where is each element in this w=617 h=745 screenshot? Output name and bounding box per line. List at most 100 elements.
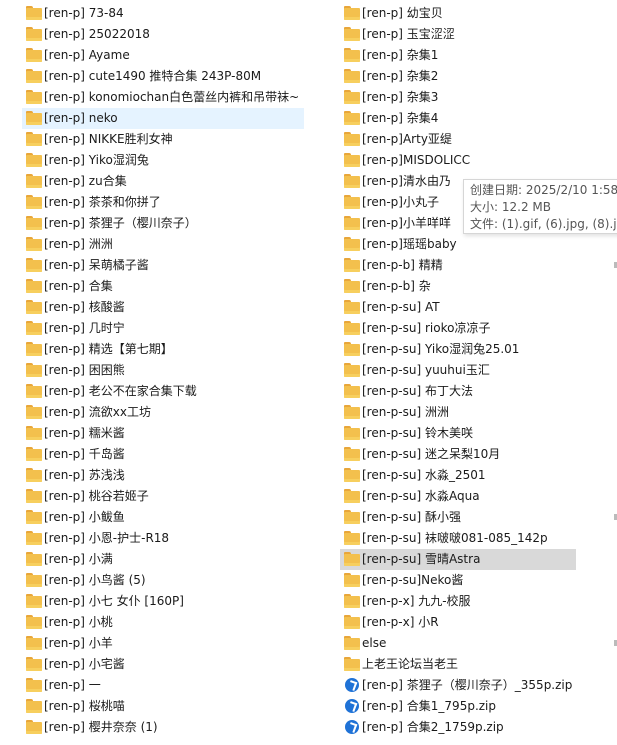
folder-item[interactable]: [ren-p] 老公不在家合集下载 <box>22 381 304 402</box>
folder-icon <box>344 489 360 503</box>
folder-item[interactable]: [ren-p] cute1490 推特合集 243P-80M <box>22 66 304 87</box>
zip-file-item[interactable]: [ren-p] 合集1_795p.zip <box>340 696 576 717</box>
folder-icon <box>26 720 42 734</box>
folder-item[interactable]: [ren-p] 糯米酱 <box>22 423 304 444</box>
folder-item[interactable]: [ren-p] 精选【第七期】 <box>22 339 304 360</box>
folder-item[interactable]: [ren-p] 小七 女仆 [160P] <box>22 591 304 612</box>
folder-item[interactable]: [ren-p-su] Yiko湿润兔25.01 <box>340 339 576 360</box>
folder-icon <box>344 552 360 566</box>
zip-file-item[interactable]: [ren-p] 合集2_1759p.zip <box>340 717 576 738</box>
item-label: [ren-p]小羊咩咩 <box>362 216 451 230</box>
folder-item[interactable]: [ren-p-su] rioko凉凉子 <box>340 318 576 339</box>
folder-icon <box>344 573 360 587</box>
folder-item[interactable]: [ren-p] 茶狸子（樱川奈子） <box>22 213 304 234</box>
folder-icon <box>26 531 42 545</box>
folder-item[interactable]: [ren-p] 小鸟酱 (5) <box>22 570 304 591</box>
folder-item[interactable]: [ren-p]瑶瑶baby <box>340 234 576 255</box>
folder-item[interactable]: [ren-p] 樱井奈奈 (1) <box>22 717 304 738</box>
folder-item[interactable]: [ren-p-su] 洲洲 <box>340 402 576 423</box>
zip-archive-icon <box>344 699 360 713</box>
folder-item[interactable]: [ren-p-x] 九九-校服 <box>340 591 576 612</box>
folder-icon <box>26 636 42 650</box>
folder-item[interactable]: [ren-p-x] 小R <box>340 612 576 633</box>
folder-item[interactable]: [ren-p] 玉宝涩涩 <box>340 24 576 45</box>
item-label: [ren-p] 杂集2 <box>362 69 439 83</box>
item-label: [ren-p-su] 水淼Aqua <box>362 489 480 503</box>
folder-item[interactable]: [ren-p] 桜桃喵 <box>22 696 304 717</box>
folder-item[interactable]: [ren-p] 小宅酱 <box>22 654 304 675</box>
folder-item[interactable]: [ren-p] 小桃 <box>22 612 304 633</box>
folder-item[interactable]: else <box>340 633 576 654</box>
folder-item[interactable]: [ren-p-su] 布丁大法 <box>340 381 576 402</box>
folder-item[interactable]: [ren-p]MISDOLICC <box>340 150 576 171</box>
folder-item[interactable]: [ren-p-su] yuuhui玉汇 <box>340 360 576 381</box>
folder-item[interactable]: [ren-p-su] 水淼_2501 <box>340 465 576 486</box>
item-label: [ren-p-su] 雪晴Astra <box>362 552 481 566</box>
zip-file-item[interactable]: [ren-p] 茶狸子（樱川奈子）_355p.zip <box>340 675 576 696</box>
item-label: [ren-p] 杂集3 <box>362 90 439 104</box>
folder-item[interactable]: [ren-p] 桃谷若姬子 <box>22 486 304 507</box>
item-label: [ren-p-su] 迷之呆梨10月 <box>362 447 501 461</box>
folder-item[interactable]: [ren-p] 核酸酱 <box>22 297 304 318</box>
folder-icon <box>26 573 42 587</box>
folder-item[interactable]: [ren-p] 几时宁 <box>22 318 304 339</box>
folder-icon <box>26 48 42 62</box>
folder-item[interactable]: [ren-p] 呆萌橘子酱 <box>22 255 304 276</box>
folder-item[interactable]: [ren-p] Ayame <box>22 45 304 66</box>
folder-item[interactable]: [ren-p-su] 雪晴Astra <box>340 549 576 570</box>
item-label: [ren-p] 几时宁 <box>44 321 125 335</box>
folder-item[interactable]: [ren-p] 困困熊 <box>22 360 304 381</box>
folder-item[interactable]: [ren-p] 25022018 <box>22 24 304 45</box>
folder-item[interactable]: [ren-p] zu合集 <box>22 171 304 192</box>
item-label: [ren-p] 茶狸子（樱川奈子）_355p.zip <box>362 678 573 692</box>
folder-item[interactable]: [ren-p] 杂集1 <box>340 45 576 66</box>
folder-item[interactable]: [ren-p] 小恩-护士-R18 <box>22 528 304 549</box>
folder-icon <box>344 195 360 209</box>
folder-item[interactable]: [ren-p] 幼宝贝 <box>340 3 576 24</box>
folder-item[interactable]: [ren-p-b] 杂 <box>340 276 576 297</box>
folder-icon <box>26 489 42 503</box>
folder-item[interactable]: [ren-p-su]Neko酱 <box>340 570 576 591</box>
folder-item[interactable]: [ren-p-su] 袜啵啵081-085_142p <box>340 528 576 549</box>
folder-item[interactable]: [ren-p] 千岛酱 <box>22 444 304 465</box>
folder-item[interactable]: [ren-p] 小鲅鱼 <box>22 507 304 528</box>
item-label: [ren-p-su] AT <box>362 300 440 314</box>
folder-item[interactable]: [ren-p] 小羊 <box>22 633 304 654</box>
folder-icon <box>344 363 360 377</box>
folder-item[interactable]: [ren-p-su] 酥小强 <box>340 507 576 528</box>
folder-item[interactable]: [ren-p] 小满 <box>22 549 304 570</box>
folder-item[interactable]: [ren-p] 合集 <box>22 276 304 297</box>
folder-item[interactable]: [ren-p-su] AT <box>340 297 576 318</box>
folder-item[interactable]: [ren-p] 苏浅浅 <box>22 465 304 486</box>
folder-icon <box>26 657 42 671</box>
folder-icon <box>26 174 42 188</box>
folder-item[interactable]: [ren-p] Yiko湿润兔 <box>22 150 304 171</box>
folder-icon <box>344 153 360 167</box>
folder-item[interactable]: [ren-p] 杂集4 <box>340 108 576 129</box>
folder-item[interactable]: [ren-p-su] 迷之呆梨10月 <box>340 444 576 465</box>
folder-icon <box>344 174 360 188</box>
item-label: [ren-p] 老公不在家合集下载 <box>44 384 197 398</box>
folder-item[interactable]: [ren-p] 一 <box>22 675 304 696</box>
item-label: [ren-p] cute1490 推特合集 243P-80M <box>44 69 262 83</box>
folder-item[interactable]: [ren-p] konomiochan白色蕾丝内裤和吊带袜~ <box>22 87 304 108</box>
item-label: [ren-p] 玉宝涩涩 <box>362 27 455 41</box>
folder-item[interactable]: [ren-p-b] 精精 <box>340 255 576 276</box>
item-label: 上老王论坛当老王 <box>362 657 459 671</box>
folder-item[interactable]: [ren-p] 流欲xx工坊 <box>22 402 304 423</box>
folder-item[interactable]: 上老王论坛当老王 <box>340 654 576 675</box>
item-label: [ren-p] 茶狸子（樱川奈子） <box>44 216 197 230</box>
folder-item[interactable]: [ren-p] 杂集3 <box>340 87 576 108</box>
item-label: [ren-p] 小恩-护士-R18 <box>44 531 170 545</box>
folder-item[interactable]: [ren-p-su] 水淼Aqua <box>340 486 576 507</box>
folder-item[interactable]: [ren-p] 73-84 <box>22 3 304 24</box>
folder-item[interactable]: [ren-p] neko <box>22 108 304 129</box>
folder-item[interactable]: [ren-p] 茶茶和你拼了 <box>22 192 304 213</box>
folder-item[interactable]: [ren-p]Arty亚缇 <box>340 129 576 150</box>
folder-item[interactable]: [ren-p] 杂集2 <box>340 66 576 87</box>
folder-item[interactable]: [ren-p] 洲洲 <box>22 234 304 255</box>
folder-item[interactable]: [ren-p] NIKKE胜利女神 <box>22 129 304 150</box>
item-label: [ren-p] 洲洲 <box>44 237 113 251</box>
item-label: [ren-p] 核酸酱 <box>44 300 125 314</box>
folder-item[interactable]: [ren-p-su] 铃木美咲 <box>340 423 576 444</box>
